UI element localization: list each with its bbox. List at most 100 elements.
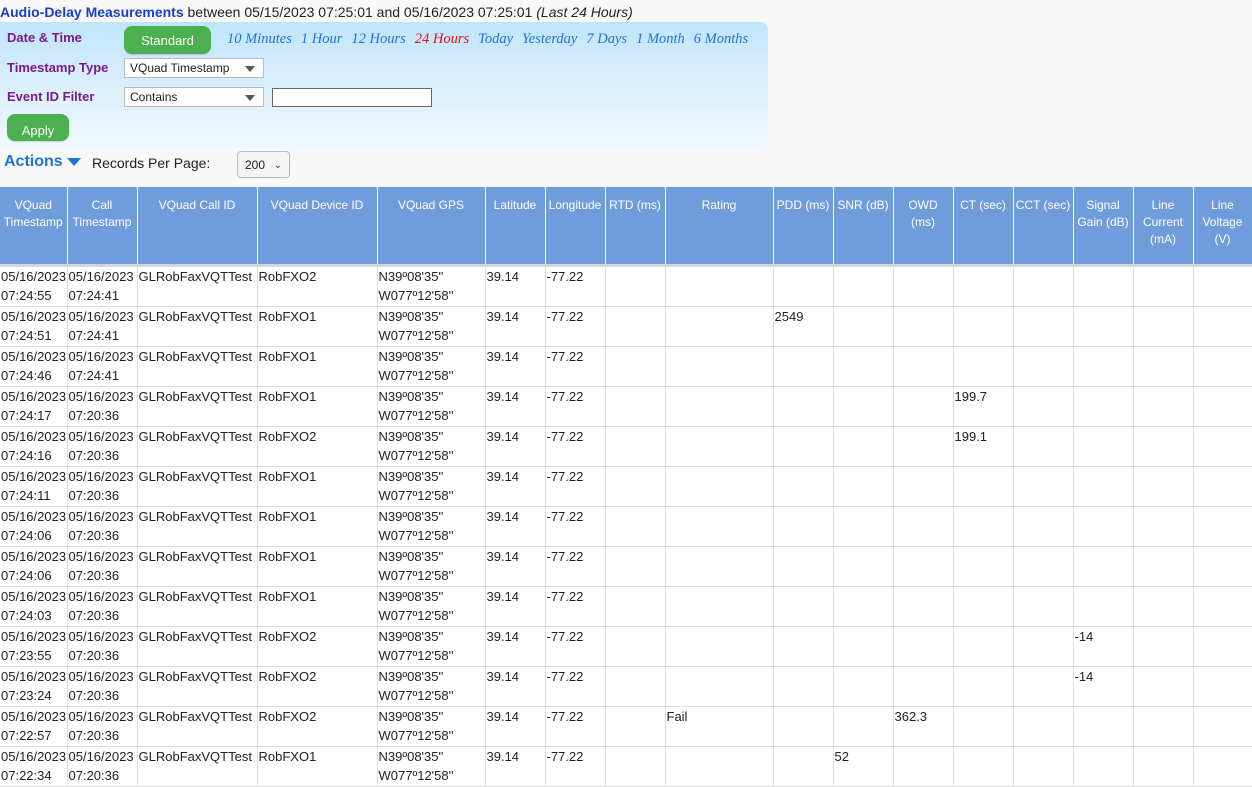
table-cell: 39.14 — [485, 626, 546, 667]
column-header[interactable]: VQuad Call ID — [137, 187, 258, 267]
column-header[interactable]: Longitude — [545, 187, 606, 267]
timestamp-type-select[interactable]: VQuad Timestamp — [124, 58, 264, 78]
column-header[interactable]: Call Timestamp — [67, 187, 138, 267]
table-cell — [1133, 306, 1194, 347]
table-cell — [1073, 426, 1134, 467]
table-row[interactable]: 05/16/2023 07:23:24 05/16/2023 07:20:36 GL… — [0, 666, 1252, 707]
column-header[interactable]: RTD (ms) — [605, 187, 666, 267]
column-header[interactable]: Signal Gain (dB) — [1073, 187, 1134, 267]
table-cell — [605, 346, 666, 387]
column-header[interactable]: PDD (ms) — [773, 187, 834, 267]
table-row[interactable]: 05/16/2023 07:24:55 05/16/2023 07:24:41 GL… — [0, 265, 1252, 307]
range-1-month[interactable]: 1 Month — [636, 31, 685, 48]
apply-button[interactable]: Apply — [7, 114, 69, 141]
table-cell: RobFXO1 — [257, 586, 378, 627]
range-24-hours[interactable]: 24 Hours — [415, 31, 469, 48]
table-cell: 199.7 — [953, 386, 1014, 427]
table-cell — [953, 666, 1014, 707]
table-cell — [893, 506, 954, 547]
range-1-hour[interactable]: 1 Hour — [301, 31, 343, 48]
table-cell — [893, 386, 954, 427]
table-cell — [1193, 506, 1252, 547]
table-row[interactable]: 05/16/2023 07:24:46 05/16/2023 07:24:41 GL… — [0, 346, 1252, 387]
records-per-page-label: Records Per Page: — [92, 155, 211, 171]
table-row[interactable]: 05/16/2023 07:24:16 05/16/2023 07:20:36 GL… — [0, 426, 1252, 467]
table-cell — [605, 386, 666, 427]
table-cell: RobFXO2 — [257, 666, 378, 707]
table-cell — [1193, 546, 1252, 587]
table-cell — [1133, 506, 1194, 547]
table-cell — [773, 346, 834, 387]
table-cell — [893, 306, 954, 347]
table-row[interactable]: 05/16/2023 07:24:51 05/16/2023 07:24:41 GL… — [0, 306, 1252, 347]
table-row[interactable]: 05/16/2023 07:24:06 05/16/2023 07:20:36 GL… — [0, 506, 1252, 547]
table-cell: 39.14 — [485, 706, 546, 747]
table-row[interactable]: 05/16/2023 07:24:06 05/16/2023 07:20:36 GL… — [0, 546, 1252, 587]
table-cell: 05/16/2023 07:24:03 — [0, 586, 68, 627]
column-header[interactable]: OWD (ms) — [893, 187, 954, 267]
table-row[interactable]: 05/16/2023 07:23:55 05/16/2023 07:20:36 GL… — [0, 626, 1252, 667]
column-header[interactable]: VQuad Device ID — [257, 187, 378, 267]
filter-panel: Date & Time Standard 10 Minutes 1 Hour 1… — [0, 22, 768, 150]
column-header[interactable]: CT (sec) — [953, 187, 1014, 267]
column-header[interactable]: Line Voltage (V) — [1193, 187, 1252, 267]
table-cell — [773, 386, 834, 427]
table-cell: GLRobFaxVQTTest — [137, 346, 258, 387]
table-cell: 05/16/2023 07:24:16 — [0, 426, 68, 467]
table-cell — [893, 546, 954, 587]
table-cell — [665, 666, 774, 707]
table-cell: RobFXO2 — [257, 626, 378, 667]
table-cell — [1073, 586, 1134, 627]
records-per-page-select[interactable]: 200 ⌄ — [237, 151, 290, 178]
timestamp-type-label: Timestamp Type — [7, 60, 109, 75]
range-yesterday[interactable]: Yesterday — [522, 31, 577, 48]
table-cell — [833, 546, 894, 587]
table-row[interactable]: 05/16/2023 07:24:17 05/16/2023 07:20:36 GL… — [0, 386, 1252, 427]
table-cell: -77.22 — [545, 586, 606, 627]
range-today[interactable]: Today — [478, 31, 513, 48]
table-cell — [833, 346, 894, 387]
range-10-minutes[interactable]: 10 Minutes — [227, 31, 292, 48]
column-header[interactable]: SNR (dB) — [833, 187, 894, 267]
table-cell: 39.14 — [485, 466, 546, 507]
table-cell: RobFXO1 — [257, 346, 378, 387]
column-header[interactable]: Rating — [665, 187, 774, 267]
range-label: (Last 24 Hours) — [536, 4, 633, 20]
column-header[interactable]: Latitude — [485, 187, 546, 267]
table-cell — [953, 306, 1014, 347]
table-cell: 05/16/2023 07:24:55 — [0, 265, 68, 307]
actions-menu[interactable]: Actions — [4, 153, 81, 171]
column-header[interactable]: Line Current (mA) — [1133, 187, 1194, 267]
table-cell: 39.14 — [485, 426, 546, 467]
table-cell — [1013, 265, 1074, 307]
table-cell — [1133, 626, 1194, 667]
table-cell — [953, 265, 1014, 307]
table-cell: 05/16/2023 07:20:36 — [67, 506, 138, 547]
column-header[interactable]: CCT (sec) — [1013, 187, 1074, 267]
table-cell: 05/16/2023 07:24:41 — [67, 346, 138, 387]
report-title: Audio-Delay Measurements — [0, 4, 184, 20]
range-7-days[interactable]: 7 Days — [586, 31, 627, 48]
table-cell — [665, 265, 774, 307]
table-cell: -14 — [1073, 626, 1134, 667]
column-header[interactable]: VQuad GPS — [377, 187, 486, 267]
table-cell — [1193, 386, 1252, 427]
table-row[interactable]: 05/16/2023 07:24:03 05/16/2023 07:20:36 GL… — [0, 586, 1252, 627]
table-cell: N39º08'35'' W077º12'58'' — [377, 586, 486, 627]
table-cell — [665, 466, 774, 507]
event-id-text-input[interactable] — [272, 88, 432, 107]
table-cell — [953, 706, 1014, 747]
range-12-hours[interactable]: 12 Hours — [351, 31, 405, 48]
table-cell — [833, 426, 894, 467]
table-row[interactable]: 05/16/2023 07:24:11 05/16/2023 07:20:36 GL… — [0, 466, 1252, 507]
table-cell — [1013, 466, 1074, 507]
table-cell: 05/16/2023 07:20:36 — [67, 666, 138, 707]
standard-button[interactable]: Standard — [124, 26, 211, 54]
column-header[interactable]: VQuad Timestamp — [0, 187, 68, 267]
event-id-filter-select[interactable]: Contains — [124, 87, 264, 107]
table-cell: GLRobFaxVQTTest — [137, 506, 258, 547]
range-6-months[interactable]: 6 Months — [694, 31, 748, 48]
table-cell — [1073, 546, 1134, 587]
table-cell — [833, 626, 894, 667]
table-row[interactable]: 05/16/2023 07:22:57 05/16/2023 07:20:36 GL… — [0, 706, 1252, 747]
